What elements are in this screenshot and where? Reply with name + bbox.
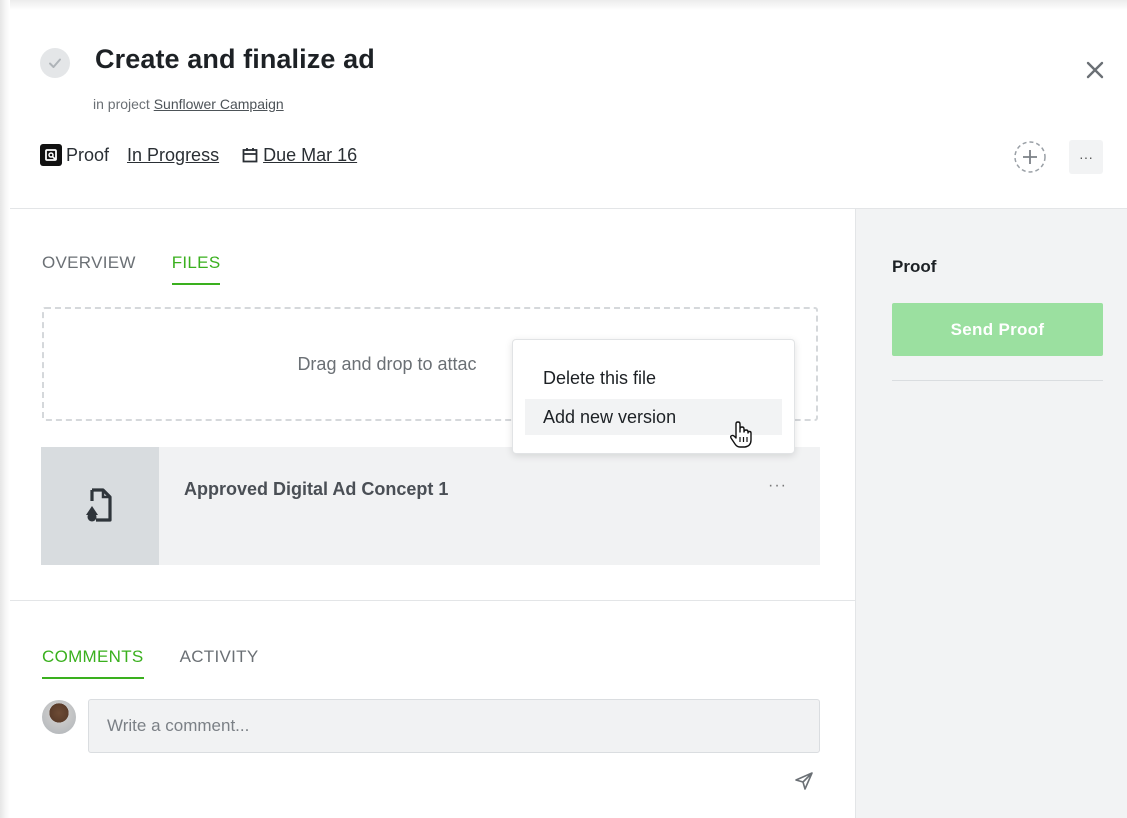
- header-more-button[interactable]: ···: [1069, 140, 1103, 174]
- proof-sidebar: Proof Send Proof: [855, 209, 1127, 818]
- send-proof-button[interactable]: Send Proof: [892, 303, 1103, 356]
- file-tabs: OVERVIEW FILES: [42, 253, 221, 285]
- add-circle-icon[interactable]: [1013, 140, 1047, 174]
- tab-files[interactable]: FILES: [171, 253, 221, 285]
- task-meta: Proof In Progress Due Mar 16: [40, 144, 357, 166]
- file-thumbnail: [41, 447, 159, 565]
- file-more-button[interactable]: ···: [768, 477, 787, 495]
- task-header: Create and finalize ad in project Sunflo…: [10, 10, 1127, 209]
- project-prefix: in project: [93, 96, 150, 112]
- sidebar-divider: [892, 380, 1103, 381]
- sidebar-title: Proof: [892, 257, 937, 276]
- task-detail-panel: Create and finalize ad in project Sunflo…: [10, 10, 1127, 818]
- complete-checkbox[interactable]: [40, 48, 70, 78]
- avatar: [42, 700, 76, 734]
- tab-comments[interactable]: COMMENTS: [42, 647, 144, 679]
- section-divider: [10, 600, 855, 601]
- task-type-label: Proof: [66, 144, 110, 165]
- proof-icon: [40, 144, 62, 166]
- window-shadow-top: [0, 0, 1127, 10]
- close-icon[interactable]: [1083, 58, 1107, 82]
- send-icon[interactable]: [793, 770, 815, 792]
- check-icon: [49, 58, 61, 68]
- project-line: in project Sunflower Campaign: [93, 96, 284, 112]
- tab-overview[interactable]: OVERVIEW: [42, 253, 136, 285]
- tab-activity[interactable]: ACTIVITY: [180, 647, 259, 679]
- task-title: Create and finalize ad: [95, 44, 375, 74]
- menu-item-delete-file[interactable]: Delete this file: [525, 360, 782, 396]
- status-link[interactable]: In Progress: [127, 145, 219, 166]
- calendar-icon: [242, 148, 258, 163]
- file-name: Approved Digital Ad Concept 1: [184, 479, 449, 499]
- comment-input[interactable]: [88, 699, 820, 753]
- due-date-link[interactable]: Due Mar 16: [241, 145, 357, 166]
- window-shadow-left: [0, 0, 10, 818]
- comment-tabs: COMMENTS ACTIVITY: [42, 647, 258, 679]
- project-link[interactable]: Sunflower Campaign: [154, 96, 284, 112]
- due-date-text: Due Mar 16: [263, 144, 358, 165]
- main-content: OVERVIEW FILES Drag and drop to attac Ap…: [10, 209, 855, 818]
- hand-pointer-icon: [729, 421, 752, 448]
- file-document-icon: [86, 488, 112, 522]
- file-card[interactable]: Approved Digital Ad Concept 1 ···: [41, 447, 820, 565]
- dropzone-text: Drag and drop to attac: [297, 353, 477, 374]
